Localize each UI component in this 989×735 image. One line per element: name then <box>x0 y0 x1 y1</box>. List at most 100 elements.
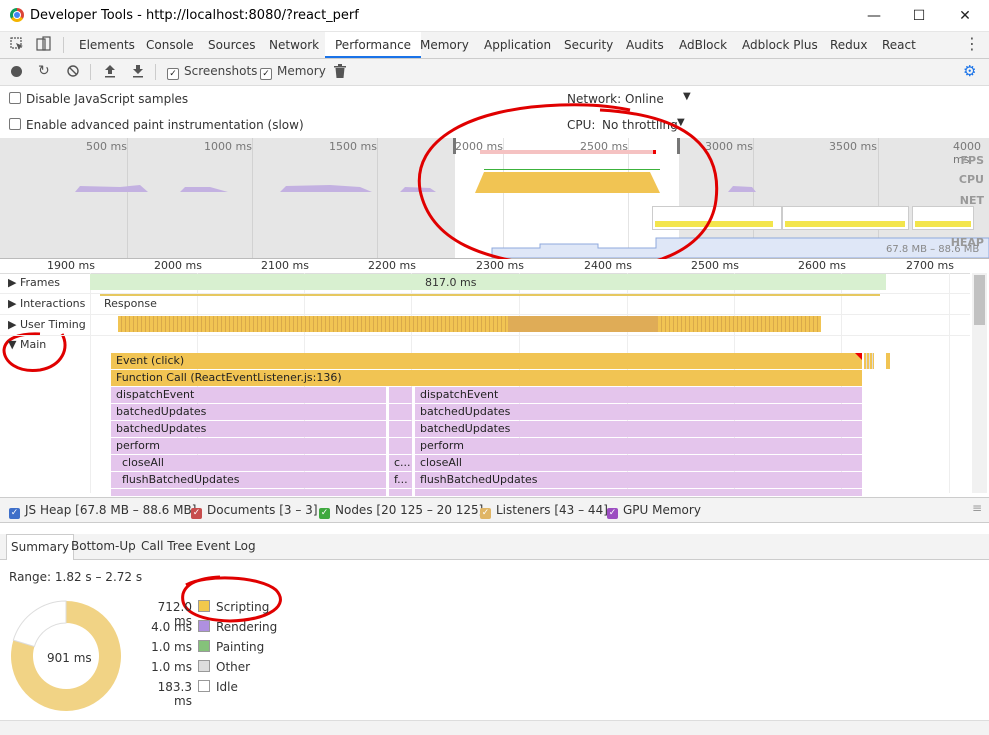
ruler-tick: 2400 ms <box>584 259 632 272</box>
record-icon[interactable] <box>11 66 22 77</box>
ruler-tick: 1900 ms <box>47 259 95 272</box>
tab-network[interactable]: Network <box>269 32 319 58</box>
timeline-scrollbar[interactable] <box>972 273 987 493</box>
timeline-overview[interactable]: 500 ms 1000 ms 1500 ms 2000 ms 2500 ms 3… <box>0 138 989 259</box>
donut-total: 901 ms <box>47 651 92 665</box>
clear-icon[interactable] <box>67 65 79 77</box>
rendering-row: Rendering <box>198 620 277 634</box>
overview-tick: 500 ms <box>86 140 127 153</box>
frames-track[interactable]: 817.0 ms ▶ Frames <box>0 273 970 294</box>
flame-entry[interactable]: dispatchEvent <box>111 387 387 403</box>
flame-entry[interactable]: perform <box>415 438 863 454</box>
flame-entry[interactable]: batchedUpdates <box>415 404 863 420</box>
screenshots-checkbox[interactable]: ✓ Screenshots <box>167 64 257 80</box>
tab-elements[interactable]: Elements <box>79 32 135 58</box>
tab-audits[interactable]: Audits <box>626 32 664 58</box>
tab-performance[interactable]: Performance <box>325 32 422 58</box>
range-text: Range: 1.82 s – 2.72 s <box>9 570 143 584</box>
flame-entry[interactable]: closeAll <box>111 455 387 471</box>
tab-security[interactable]: Security <box>564 32 613 58</box>
flame-function-call[interactable]: Function Call (ReactEventListener.js:136… <box>111 370 863 386</box>
tab-react[interactable]: React <box>882 32 916 58</box>
nodes-toggle[interactable]: ✓ Nodes [20 125 – 20 125] <box>319 503 483 519</box>
user-timing-track-label[interactable]: ▶ User Timing <box>8 318 86 331</box>
documents-toggle[interactable]: ✓ Documents [3 – 3] <box>191 503 318 519</box>
gpu-memory-toggle[interactable]: ✓ GPU Memory <box>607 503 701 519</box>
tab-event-log[interactable]: Event Log <box>192 534 260 559</box>
frame-bar[interactable] <box>90 274 886 290</box>
device-toolbar-icon[interactable] <box>36 36 52 52</box>
tab-console[interactable]: Console <box>146 32 194 58</box>
main-track[interactable]: ▼ Main Event (click) Function Call (Reac… <box>0 336 970 496</box>
tab-call-tree[interactable]: Call Tree <box>137 534 196 559</box>
memory-checkbox[interactable]: ✓ Memory <box>260 64 326 80</box>
inspect-element-icon[interactable] <box>10 37 24 51</box>
more-menu-icon[interactable]: ⋮ <box>964 36 980 52</box>
flame-entry[interactable]: batchedUpdates <box>111 421 387 437</box>
gpu-memory-label: GPU Memory <box>623 503 701 517</box>
flame-entry[interactable]: perform <box>111 438 387 454</box>
download-icon[interactable] <box>132 64 144 78</box>
flame-entry[interactable]: closeAll <box>415 455 863 471</box>
ruler-tick: 2000 ms <box>154 259 202 272</box>
flame-entry[interactable]: flushBatchedUpdates <box>415 472 863 488</box>
overview-tick: 1000 ms <box>204 140 252 153</box>
advanced-paint-checkbox[interactable]: Enable advanced paint instrumentation (s… <box>9 118 304 132</box>
flame-entry[interactable] <box>389 421 413 437</box>
tab-summary[interactable]: Summary <box>6 534 74 560</box>
network-dropdown-icon[interactable]: ▼ <box>683 91 691 102</box>
interactions-track[interactable]: ▶ Interactions Response <box>0 294 970 315</box>
disable-js-samples-checkbox[interactable]: Disable JavaScript samples <box>9 92 188 106</box>
js-heap-label: JS Heap [67.8 MB – 88.6 MB] <box>25 503 197 517</box>
network-select[interactable]: Online <box>625 92 664 106</box>
cpu-dropdown-icon[interactable]: ▼ <box>677 117 685 128</box>
tab-bottom-up[interactable]: Bottom-Up <box>67 534 140 559</box>
scripting-row: Scripting <box>198 600 269 614</box>
response-label: Response <box>104 297 157 310</box>
interactions-track-label[interactable]: ▶ Interactions <box>8 297 85 310</box>
ruler-tick: 2700 ms <box>906 259 954 272</box>
listeners-toggle[interactable]: ✓ Listeners [43 – 44] <box>480 503 608 519</box>
selection-right-handle[interactable] <box>677 138 680 154</box>
close-button[interactable]: ✕ <box>955 6 975 26</box>
upload-icon[interactable] <box>104 64 116 78</box>
resize-grip-icon[interactable]: ≡ <box>972 501 982 515</box>
checkbox-checked-icon: ✓ <box>319 508 330 519</box>
minimize-button[interactable]: — <box>864 6 884 26</box>
ruler-tick: 2300 ms <box>476 259 524 272</box>
flame-entry[interactable]: dispatchEvent <box>415 387 863 403</box>
flame-entry[interactable]: f... <box>389 472 413 488</box>
flame-entry[interactable]: c... <box>389 455 413 471</box>
tab-application[interactable]: Application <box>484 32 551 58</box>
tab-memory[interactable]: Memory <box>420 32 469 58</box>
tab-sources[interactable]: Sources <box>208 32 255 58</box>
reload-record-icon[interactable]: ↻ <box>38 63 50 79</box>
scrollbar-thumb[interactable] <box>974 275 985 325</box>
flame-entry[interactable] <box>389 387 413 403</box>
gear-icon[interactable]: ⚙ <box>963 63 976 79</box>
maximize-button[interactable]: ☐ <box>909 6 929 26</box>
cpu-select[interactable]: No throttling <box>602 118 678 132</box>
flame-event-click[interactable]: Event (click) <box>111 353 863 369</box>
idle-label: Idle <box>216 680 238 694</box>
tab-redux[interactable]: Redux <box>830 32 868 58</box>
flame-entry[interactable] <box>389 404 413 420</box>
net-label: NET <box>959 194 984 207</box>
tab-adblock[interactable]: AdBlock <box>679 32 727 58</box>
flame-entry[interactable]: batchedUpdates <box>415 421 863 437</box>
ruler-tick: 2100 ms <box>261 259 309 272</box>
flame-entry[interactable]: flushBatchedUpdates <box>111 472 387 488</box>
painting-swatch <box>198 640 210 652</box>
flame-entry[interactable] <box>389 438 413 454</box>
tab-adblock-plus[interactable]: Adblock Plus <box>742 32 818 58</box>
overview-tick: 3000 ms <box>705 140 753 153</box>
frame-duration: 817.0 ms <box>425 276 477 289</box>
js-heap-toggle[interactable]: ✓ JS Heap [67.8 MB – 88.6 MB] <box>9 503 196 519</box>
trash-icon[interactable] <box>334 64 346 78</box>
user-timing-bar[interactable] <box>118 316 821 332</box>
flame-entry[interactable]: batchedUpdates <box>111 404 387 420</box>
user-timing-track[interactable]: ▶ User Timing <box>0 315 970 336</box>
frames-track-label[interactable]: ▶ Frames <box>8 276 60 289</box>
main-track-label[interactable]: ▼ Main <box>8 338 46 351</box>
documents-label: Documents [3 – 3] <box>207 503 318 517</box>
